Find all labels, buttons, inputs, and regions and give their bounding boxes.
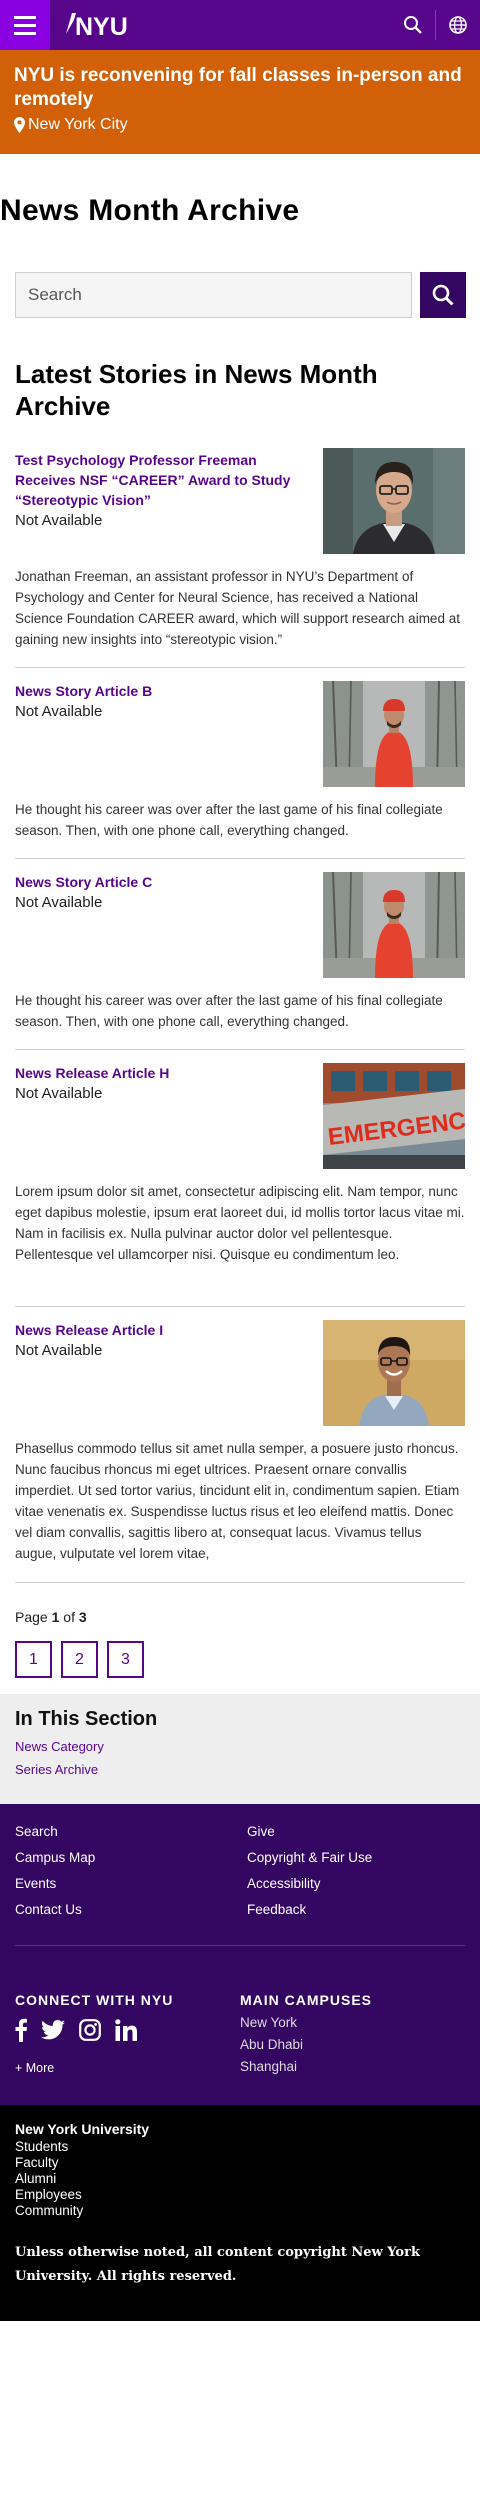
- article-date: Not Available: [15, 703, 103, 720]
- search-input[interactable]: [15, 272, 412, 318]
- twitter-icon[interactable]: [41, 2020, 65, 2045]
- pagination-page-word: Page: [15, 1609, 48, 1625]
- language-button[interactable]: [436, 0, 480, 50]
- nyu-logo-icon: NYU: [66, 13, 128, 40]
- footer-link-faculty[interactable]: Faculty: [15, 2155, 465, 2171]
- page-button-3[interactable]: 3: [107, 1641, 144, 1678]
- footer-link-give[interactable]: Give: [247, 1824, 465, 1839]
- article-summary: Lorem ipsum dolor sit amet, consectetur …: [15, 1184, 465, 1262]
- logo-text: NYU: [75, 13, 128, 40]
- more-social-link[interactable]: + More: [15, 2061, 240, 2075]
- portrait-image: [323, 1320, 465, 1426]
- footer-links: Search Give Campus Map Copyright & Fair …: [0, 1804, 480, 1962]
- main-campuses: MAIN CAMPUSES New York Abu Dhabi Shangha…: [240, 1992, 372, 2075]
- instagram-icon[interactable]: [79, 2019, 101, 2046]
- in-section-title: In This Section: [15, 1708, 158, 1730]
- search-icon: [432, 284, 454, 306]
- article-summary: Jonathan Freeman, an assistant professor…: [15, 569, 460, 647]
- pagination-status: Page 1 of 3: [15, 1609, 465, 1625]
- pagination: 1 2 3: [15, 1641, 465, 1678]
- article-date: Not Available: [15, 1342, 103, 1359]
- menu-icon-bar: [14, 31, 36, 35]
- emergency-sign-image: EMERGENCY: [323, 1063, 465, 1169]
- list-item: News Release Article I Not Available Pha…: [15, 1307, 465, 1583]
- in-this-section: In This Section News Category Series Arc…: [0, 1694, 480, 1804]
- campus-link-abu-dhabi[interactable]: Abu Dhabi: [240, 2037, 372, 2052]
- footer-link-feedback[interactable]: Feedback: [247, 1902, 465, 1917]
- article-date: Not Available: [15, 1085, 103, 1102]
- article-date: Not Available: [15, 894, 103, 911]
- search-form: [15, 272, 466, 318]
- article-thumbnail[interactable]: [323, 1320, 465, 1426]
- page-title: News Month Archive: [0, 194, 300, 227]
- article-summary: He thought his career was over after the…: [15, 802, 443, 838]
- nyu-logo[interactable]: NYU: [50, 0, 150, 50]
- facebook-icon[interactable]: [15, 2018, 27, 2047]
- search-toggle[interactable]: [391, 0, 435, 50]
- menu-icon-bar: [14, 15, 36, 19]
- site-header: NYU: [0, 0, 480, 50]
- article-thumbnail[interactable]: [323, 448, 465, 554]
- list-item: News Story Article B Not Available He th…: [15, 668, 465, 859]
- pagination-current: 1: [51, 1609, 60, 1625]
- connect-label: CONNECT WITH NYU: [15, 1992, 174, 2008]
- article-title-link[interactable]: Test Psychology Professor Freeman Receiv…: [15, 450, 315, 510]
- location-pin-icon: [14, 117, 25, 133]
- article-title-link[interactable]: News Release Article I: [15, 1320, 315, 1340]
- footer-link-accessibility[interactable]: Accessibility: [247, 1876, 465, 1891]
- article-summary: He thought his career was over after the…: [15, 993, 443, 1029]
- article-summary: Phasellus commodo tellus sit amet nulla …: [15, 1441, 460, 1561]
- list-item: Test Psychology Professor Freeman Receiv…: [15, 448, 465, 668]
- section-link-news-category[interactable]: News Category: [15, 1739, 465, 1754]
- footer-link-search[interactable]: Search: [15, 1824, 247, 1839]
- section-link-series-archive[interactable]: Series Archive: [15, 1762, 465, 1777]
- footer-link-community[interactable]: Community: [15, 2203, 465, 2219]
- campuses-label: MAIN CAMPUSES: [240, 1992, 373, 2008]
- campus-link-new-york[interactable]: New York: [240, 2015, 372, 2030]
- social-links: [15, 2018, 240, 2047]
- alert-location-text: New York City: [28, 116, 128, 133]
- pagination-of-word: of: [63, 1609, 75, 1625]
- athlete-image: [323, 681, 465, 787]
- globe-icon: [449, 16, 467, 34]
- footer-connect: CONNECT WITH NYU + More MAIN CAMPUSES Ne…: [0, 1962, 480, 2105]
- footer-link-copyright[interactable]: Copyright & Fair Use: [247, 1850, 465, 1865]
- menu-button[interactable]: [0, 0, 50, 50]
- page-button-2[interactable]: 2: [61, 1641, 98, 1678]
- alert-banner[interactable]: NYU is reconvening for fall classes in-p…: [0, 50, 480, 154]
- list-item: News Story Article C Not Available He th…: [15, 859, 465, 1050]
- article-title-link[interactable]: News Release Article H: [15, 1063, 315, 1083]
- article-thumbnail[interactable]: [323, 681, 465, 787]
- article-title-link[interactable]: News Story Article B: [15, 681, 315, 701]
- footer-link-employees[interactable]: Employees: [15, 2187, 465, 2203]
- list-item: News Release Article H Not Available EME…: [15, 1050, 465, 1307]
- portrait-image: [323, 448, 465, 554]
- article-list: Test Psychology Professor Freeman Receiv…: [15, 448, 465, 1583]
- footer-link-campus-map[interactable]: Campus Map: [15, 1850, 247, 1865]
- section-heading: Latest Stories in News Month Archive: [15, 359, 378, 421]
- footer-divider: [15, 1945, 465, 1946]
- footer-link-students[interactable]: Students: [15, 2139, 465, 2155]
- athlete-image: [323, 872, 465, 978]
- copyright-notice: Unless otherwise noted, all content copy…: [15, 2245, 420, 2284]
- alert-location: New York City: [14, 116, 466, 134]
- footer-link-contact-us[interactable]: Contact Us: [15, 1902, 247, 1917]
- article-title-link[interactable]: News Story Article C: [15, 872, 315, 892]
- footer-link-events[interactable]: Events: [15, 1876, 247, 1891]
- footer-bottom: New York University Students Faculty Alu…: [0, 2105, 480, 2321]
- pagination-total: 3: [78, 1609, 87, 1625]
- article-thumbnail[interactable]: EMERGENCY: [323, 1063, 465, 1169]
- footer-link-alumni[interactable]: Alumni: [15, 2171, 465, 2187]
- menu-icon-bar: [14, 23, 36, 27]
- search-button[interactable]: [420, 272, 466, 318]
- campus-link-shanghai[interactable]: Shanghai: [240, 2059, 372, 2074]
- search-icon: [404, 16, 422, 34]
- page-button-1[interactable]: 1: [15, 1641, 52, 1678]
- article-thumbnail[interactable]: [323, 872, 465, 978]
- alert-title: NYU is reconvening for fall classes in-p…: [14, 65, 462, 110]
- footer-university-name: New York University: [15, 2121, 150, 2137]
- article-date: Not Available: [15, 512, 103, 529]
- linkedin-icon[interactable]: [115, 2019, 137, 2046]
